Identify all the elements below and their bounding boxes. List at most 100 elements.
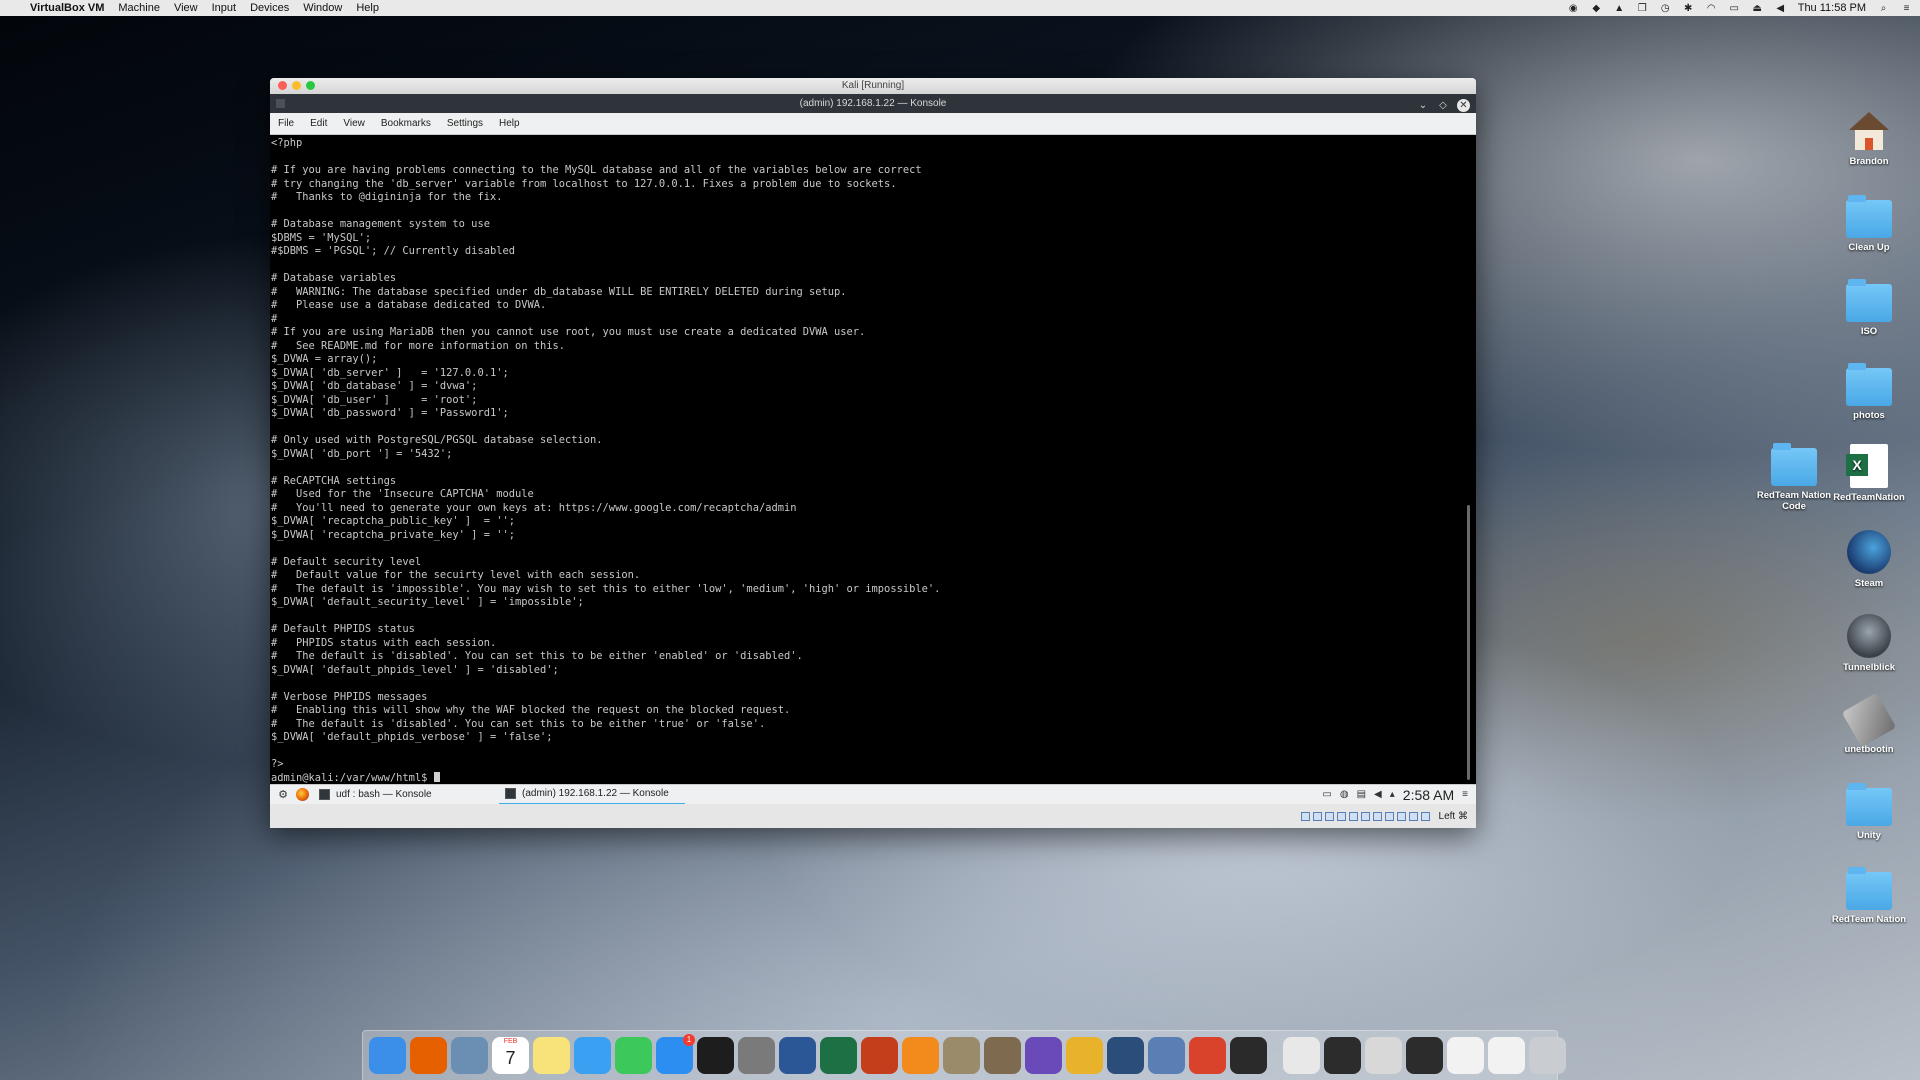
konsole-app-icon[interactable] — [276, 99, 285, 108]
system-preferences-icon[interactable] — [738, 1037, 775, 1074]
minimize-window-button[interactable] — [292, 81, 301, 90]
screen-record-icon[interactable]: ◉ — [1568, 3, 1579, 14]
clipboard-icon[interactable]: ▤ — [1357, 789, 1366, 800]
menubar-clock[interactable]: Thu 11:58 PM — [1798, 2, 1866, 14]
menu-edit[interactable]: Edit — [310, 118, 327, 129]
display-icon[interactable]: ▭ — [1322, 789, 1331, 800]
time-machine-icon[interactable]: ◷ — [1660, 3, 1671, 14]
firefox-icon[interactable] — [296, 788, 309, 801]
window-thumbnail-icon[interactable] — [1365, 1037, 1402, 1074]
hamburger-menu-icon[interactable]: ≡ — [1462, 789, 1468, 800]
hard-disk-icon[interactable] — [1300, 811, 1310, 821]
keyboard-capture-icon[interactable] — [1420, 811, 1430, 821]
app-store-icon[interactable]: 1 — [656, 1034, 695, 1074]
mail-window-icon[interactable] — [1488, 1037, 1525, 1074]
mail-window-icon[interactable] — [1447, 1037, 1484, 1074]
remote-desktop-icon[interactable] — [1189, 1037, 1226, 1074]
konsole-titlebar[interactable]: (admin) 192.168.1.22 — Konsole ⌄ ◇ ✕ — [270, 94, 1476, 113]
menu-settings[interactable]: Settings — [447, 118, 483, 129]
terminal-icon[interactable] — [697, 1037, 734, 1074]
finder-icon[interactable] — [369, 1037, 406, 1074]
dropbox-icon[interactable]: ◆ — [1591, 3, 1602, 14]
desktop-icon-redteam-nation[interactable]: RedTeam Nation — [1824, 867, 1914, 925]
facetime-icon[interactable] — [615, 1037, 652, 1074]
powerpoint-icon[interactable] — [861, 1037, 898, 1074]
terminal-output[interactable]: <?php # If you are having problems connec… — [270, 135, 1476, 784]
preview-icon[interactable] — [451, 1037, 488, 1074]
maximize-icon[interactable]: ◇ — [1437, 96, 1449, 115]
menu-help[interactable]: Help — [499, 118, 520, 129]
firefox-icon[interactable] — [410, 1037, 447, 1074]
desktop-icon-steam[interactable]: Steam — [1824, 530, 1914, 589]
desktop-icon-tunnelblick[interactable]: Tunnelblick — [1824, 614, 1914, 673]
virtualbox-icon[interactable] — [1148, 1037, 1185, 1074]
terminal-window-icon[interactable] — [1406, 1037, 1443, 1074]
mouse-integration-icon[interactable] — [1408, 811, 1418, 821]
task-udf-bash[interactable]: udf : bash — Konsole — [313, 785, 499, 805]
eject-icon[interactable]: ⏏ — [1752, 3, 1763, 14]
expand-tray-icon[interactable]: ▴ — [1390, 789, 1395, 800]
search-icon[interactable]: ⌕ — [1878, 3, 1889, 14]
network-icon[interactable] — [1336, 811, 1346, 821]
recording-icon[interactable] — [1384, 811, 1394, 821]
close-window-button[interactable] — [278, 81, 287, 90]
menu-view[interactable]: View — [343, 118, 365, 129]
desktop-icon-clean-up[interactable]: Clean Up — [1824, 195, 1914, 253]
updates-icon[interactable]: ◍ — [1340, 789, 1349, 800]
desktop-icon-redteamnation[interactable]: X RedTeamNation — [1824, 444, 1914, 503]
kali-clock[interactable]: 2:58 AM — [1403, 787, 1454, 803]
quicktime-icon[interactable] — [1107, 1037, 1144, 1074]
archive-utility-icon[interactable] — [943, 1037, 980, 1074]
bluetooth-icon[interactable]: ✱ — [1683, 3, 1694, 14]
desktop-icon-unetbootin[interactable]: unetbootin — [1824, 692, 1914, 755]
google-drive-icon[interactable]: ▲ — [1614, 3, 1625, 14]
chrome-icon[interactable] — [1066, 1037, 1103, 1074]
imovie-icon[interactable] — [1025, 1037, 1062, 1074]
usb-icon[interactable] — [1348, 811, 1358, 821]
zoom-window-button[interactable] — [306, 81, 315, 90]
terminal-window-icon[interactable] — [1324, 1037, 1361, 1074]
shared-folders-icon[interactable] — [1360, 811, 1370, 821]
volume-icon[interactable]: ◀ — [1374, 789, 1382, 800]
menubar-help[interactable]: Help — [356, 2, 379, 14]
menubar-devices[interactable]: Devices — [250, 2, 289, 14]
display-icon[interactable] — [1372, 811, 1382, 821]
calendar-icon[interactable]: FEB 7 — [492, 1037, 529, 1074]
close-icon[interactable]: ✕ — [1457, 99, 1470, 112]
optical-drive-icon[interactable] — [1312, 811, 1322, 821]
menubar-input[interactable]: Input — [212, 2, 236, 14]
vm-titlebar[interactable]: Kali [Running] — [270, 78, 1476, 94]
trash-icon[interactable] — [1529, 1037, 1566, 1074]
airplay-icon[interactable]: ▭ — [1729, 3, 1740, 14]
chevron-down-icon[interactable]: ⌄ — [1417, 96, 1429, 115]
menubar-app-name[interactable]: VirtualBox VM — [30, 2, 104, 14]
desktop-icon-brandon[interactable]: Brandon — [1824, 112, 1914, 167]
desktop-icon-iso[interactable]: ISO — [1824, 279, 1914, 337]
menu-file[interactable]: File — [278, 118, 294, 129]
folder-icon — [1846, 363, 1892, 406]
desktop-icon-photos[interactable]: photos — [1824, 363, 1914, 421]
virtualbox-vm-icon[interactable] — [1230, 1037, 1267, 1074]
notes-icon[interactable] — [533, 1037, 570, 1074]
menubar-window[interactable]: Window — [303, 2, 342, 14]
copy-icon[interactable]: ❐ — [1637, 3, 1648, 14]
terminal-prompt-line[interactable]: admin@kali:/var/www/html$ — [271, 771, 1476, 785]
menubar-machine[interactable]: Machine — [118, 2, 160, 14]
document-icon[interactable] — [1283, 1037, 1320, 1074]
gimp-icon[interactable] — [984, 1037, 1021, 1074]
excel-icon[interactable] — [820, 1037, 857, 1074]
audio-icon[interactable] — [1324, 811, 1334, 821]
word-icon[interactable] — [779, 1037, 816, 1074]
wifi-icon[interactable]: ◠ — [1706, 3, 1717, 14]
menubar-view[interactable]: View — [174, 2, 198, 14]
messages-icon[interactable] — [574, 1037, 611, 1074]
sublime-text-icon[interactable] — [902, 1037, 939, 1074]
volume-icon[interactable]: ◀ — [1775, 3, 1786, 14]
terminal-scrollbar[interactable] — [1467, 505, 1470, 780]
desktop-icon-unity[interactable]: Unity — [1824, 783, 1914, 841]
app-launcher-icon[interactable]: ⚙ — [276, 788, 290, 802]
menu-bookmarks[interactable]: Bookmarks — [381, 118, 431, 129]
task-admin-konsole[interactable]: (admin) 192.168.1.22 — Konsole — [499, 785, 685, 805]
vtx-icon[interactable] — [1396, 811, 1406, 821]
notification-center-icon[interactable]: ≡ — [1901, 3, 1912, 14]
